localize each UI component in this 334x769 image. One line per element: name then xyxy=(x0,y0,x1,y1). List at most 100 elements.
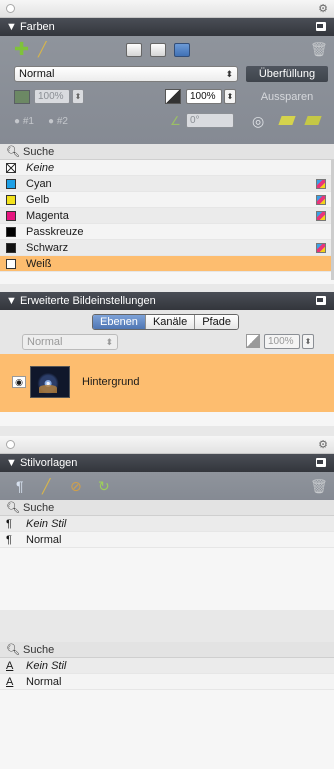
trash-icon[interactable]: 🗑 xyxy=(310,42,328,56)
color-name: Schwarz xyxy=(26,242,69,254)
color-rows: Keine Cyan Gelb Magenta Passkreuze Schwarz Wei… xyxy=(0,160,334,272)
new-paragraph-style-icon[interactable]: ¶ xyxy=(16,479,24,493)
update-icon[interactable]: ↻ xyxy=(98,479,110,493)
tab-kanaele[interactable]: Kanäle xyxy=(145,315,196,329)
color-name: Weiß xyxy=(26,258,52,270)
blend-mode-select[interactable]: Normal ⬍ xyxy=(14,66,238,82)
paragraph-style-toolbar: ¶ ╱ ⊘ ↻ 🗑 xyxy=(0,472,334,500)
fill-frame-button[interactable] xyxy=(126,43,142,57)
trash-icon[interactable]: 🗑 xyxy=(310,479,328,493)
character-style-search[interactable]: 🔍︎ Suche xyxy=(0,642,334,658)
edit-pencil-icon[interactable]: ╱ xyxy=(42,479,50,493)
process-color-icon xyxy=(316,195,326,205)
layer-thumbnail xyxy=(30,366,70,398)
layer-row-hintergrund[interactable]: ◉ Hintergrund xyxy=(0,354,334,412)
bildeinstellungen-controls: Ebenen Kanäle Pfade Normal ⬍ 100% ⬍ xyxy=(0,310,334,354)
chevron-updown-icon: ⬍ xyxy=(105,337,113,347)
bildeinstellungen-header[interactable]: ▼ Erweiterte Bildeinstellungen xyxy=(0,292,334,310)
refresh-icon[interactable]: ◎ xyxy=(252,113,264,130)
color-name: Passkreuze xyxy=(26,226,84,238)
gradient-2-icon[interactable] xyxy=(304,116,322,125)
angle-icon: ∠ xyxy=(170,114,181,128)
palette-close-icon[interactable] xyxy=(6,440,15,449)
search-icon: 🔍︎ xyxy=(6,644,20,656)
color-swatch xyxy=(6,195,16,205)
stilvorlagen-header[interactable]: ▼ Stilvorlagen xyxy=(0,454,334,472)
process-color-icon xyxy=(316,179,326,189)
layer-empty-area xyxy=(0,412,334,426)
layer-opacity-stepper[interactable]: ⬍ xyxy=(302,334,314,349)
angle-field[interactable]: 0° xyxy=(186,113,234,128)
color-row[interactable]: Gelb xyxy=(0,192,334,208)
color-swatch xyxy=(6,211,16,221)
palette-titlebar-2: ⚙ xyxy=(0,436,334,454)
color-swatch xyxy=(6,227,16,237)
character-styles-list: 🔍︎ Suche A Kein Stil A Normal xyxy=(0,642,334,769)
gear-icon[interactable]: ⚙ xyxy=(318,2,328,15)
pilcrow-icon: ¶ xyxy=(6,518,12,530)
farben-title: ▼ Farben xyxy=(6,21,55,33)
paragraph-styles-list: 🔍︎ Suche ¶ Kein Stil ¶ Normal xyxy=(0,500,334,610)
aussparen-label[interactable]: Aussparen xyxy=(246,91,328,103)
duplicate-icon[interactable]: ⊘ xyxy=(70,479,82,493)
tab-ebenen[interactable]: Ebenen xyxy=(93,315,146,329)
farben-controls: ✚ ╱ 🗑 Normal ⬍ Überfüllung 100% ⬍ 100% ⬍… xyxy=(0,36,334,144)
chevron-updown-icon: ⬍ xyxy=(225,69,233,79)
fill-opacity-stepper[interactable]: ⬍ xyxy=(72,89,84,104)
add-color-icon[interactable]: ✚ xyxy=(14,40,29,58)
color-name: Keine xyxy=(26,162,55,174)
gradient-1-icon[interactable] xyxy=(278,116,296,125)
list-item[interactable]: ¶ Kein Stil xyxy=(0,516,334,532)
farben-header[interactable]: ▼ Farben xyxy=(0,18,334,36)
stroke-opacity-field[interactable]: 100% xyxy=(186,89,222,104)
farben-search[interactable]: 🔍︎ Suche xyxy=(0,144,334,160)
stilvorlagen-title: ▼ Stilvorlagen xyxy=(6,457,78,469)
paragraph-style-search[interactable]: 🔍︎ Suche xyxy=(0,500,334,516)
layer-mode-select[interactable]: Normal ⬍ xyxy=(22,334,118,350)
palette-close-icon[interactable] xyxy=(6,4,15,13)
tab-pfade[interactable]: Pfade xyxy=(195,315,238,329)
character-style-icon: A xyxy=(6,676,14,688)
panel-menu-icon[interactable] xyxy=(316,296,326,305)
fill-opacity-field[interactable]: 100% xyxy=(34,89,70,104)
layer-tabs: Ebenen Kanäle Pfade xyxy=(92,314,239,330)
fill-content-button[interactable] xyxy=(150,43,166,57)
bildeinstellungen-panel: ▼ Erweiterte Bildeinstellungen Ebenen Ka… xyxy=(0,292,334,426)
color-swatch xyxy=(6,179,16,189)
pilcrow-icon: ¶ xyxy=(6,534,12,546)
color-swatch xyxy=(6,259,16,269)
panel-menu-icon[interactable] xyxy=(316,22,326,31)
eye-icon[interactable]: ◉ xyxy=(12,376,26,388)
color-row[interactable]: Weiß xyxy=(0,256,334,272)
color-swatch xyxy=(6,243,16,253)
process-color-icon xyxy=(316,243,326,253)
color-name: Cyan xyxy=(26,178,52,190)
ueberfuellung-tab[interactable]: Überfüllung xyxy=(246,66,328,82)
color-row[interactable]: Keine xyxy=(0,160,334,176)
character-style-icon: A xyxy=(6,660,14,672)
search-icon: 🔍︎ xyxy=(6,146,20,158)
farben-list: 🔍︎ Suche Keine Cyan Gelb Magenta Passkreuze S… xyxy=(0,144,334,284)
list-item[interactable]: A Normal xyxy=(0,674,334,690)
fill-text-button[interactable] xyxy=(174,43,190,57)
stroke-opacity-stepper[interactable]: ⬍ xyxy=(224,89,236,104)
search-icon: 🔍︎ xyxy=(6,502,20,514)
color-row[interactable]: Magenta xyxy=(0,208,334,224)
color-row[interactable]: Passkreuze xyxy=(0,224,334,240)
tint-icon xyxy=(165,89,181,104)
layer-name: Hintergrund xyxy=(82,376,140,388)
process-color-icon xyxy=(316,211,326,221)
list-item[interactable]: ¶ Normal xyxy=(0,532,334,548)
fill-swatch[interactable] xyxy=(14,90,30,104)
palette-titlebar: ⚙ xyxy=(0,0,334,18)
edit-pencil-icon[interactable]: ╱ xyxy=(38,42,46,56)
list-item[interactable]: A Kein Stil xyxy=(0,658,334,674)
layer-opacity-field[interactable]: 100% xyxy=(264,334,300,349)
radio-1[interactable]: ● #1 xyxy=(14,116,34,127)
gear-icon[interactable]: ⚙ xyxy=(318,438,328,451)
color-row[interactable]: Cyan xyxy=(0,176,334,192)
radio-2[interactable]: ● #2 xyxy=(48,116,68,127)
color-row[interactable]: Schwarz xyxy=(0,240,334,256)
opacity-icon xyxy=(246,334,260,348)
panel-menu-icon[interactable] xyxy=(316,458,326,467)
